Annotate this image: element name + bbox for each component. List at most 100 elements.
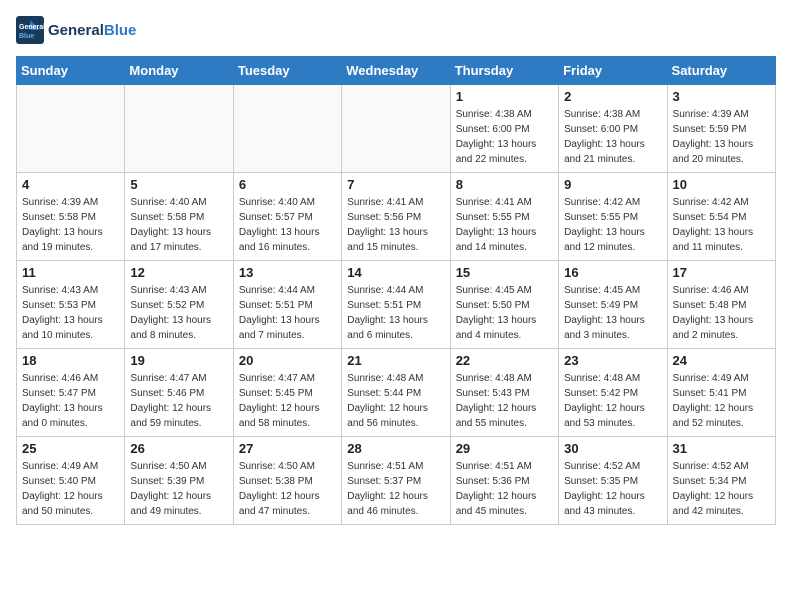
day-number: 3	[673, 89, 770, 104]
header-tuesday: Tuesday	[233, 57, 341, 85]
calendar-cell: 23Sunrise: 4:48 AM Sunset: 5:42 PM Dayli…	[559, 349, 667, 437]
day-number: 28	[347, 441, 444, 456]
day-number: 19	[130, 353, 227, 368]
week-row-2: 4 Sunrise: 4:39 AM Sunset: 5:58 PM Daylig…	[17, 173, 776, 261]
calendar-cell: 31 Sunrise: 4:52 AM Sunset: 5:34 PM Dayli…	[667, 437, 775, 525]
calendar-cell: 12 Sunrise: 4:43 AM Sunset: 5:52 PM Dayli…	[125, 261, 233, 349]
day-info: Sunrise: 4:42 AM Sunset: 5:54 PM Dayligh…	[673, 195, 770, 255]
day-info: Sunrise: 4:47 AM Sunset: 5:46 PM Dayligh…	[130, 371, 227, 431]
day-number: 11	[22, 265, 119, 280]
day-info: Sunrise: 4:40 AM Sunset: 5:58 PM Dayligh…	[130, 195, 227, 255]
calendar-cell: 18 Sunrise: 4:46 AM Sunset: 5:47 PM Dayli…	[17, 349, 125, 437]
week-row-4: 18 Sunrise: 4:46 AM Sunset: 5:47 PM Dayli…	[17, 349, 776, 437]
day-info: Sunrise: 4:46 AM Sunset: 5:47 PM Dayligh…	[22, 371, 119, 431]
day-info: Sunrise: 4:51 AM Sunset: 5:36 PM Dayligh…	[456, 459, 553, 519]
calendar-cell: 10 Sunrise: 4:42 AM Sunset: 5:54 PM Dayli…	[667, 173, 775, 261]
day-number: 4	[22, 177, 119, 192]
day-info: Sunrise: 4:41 AM Sunset: 5:56 PM Dayligh…	[347, 195, 444, 255]
day-info: Sunrise: 4:48 AM Sunset: 5:44 PM Dayligh…	[347, 371, 444, 431]
logo-icon: General Blue	[16, 16, 44, 44]
svg-text:General: General	[19, 24, 44, 31]
day-number: 14	[347, 265, 444, 280]
day-number: 10	[673, 177, 770, 192]
calendar-cell: 9Sunrise: 4:42 AM Sunset: 5:55 PM Daylig…	[559, 173, 667, 261]
day-info: Sunrise: 4:38 AM Sunset: 6:00 PM Dayligh…	[456, 107, 553, 167]
calendar-cell: 14 Sunrise: 4:44 AM Sunset: 5:51 PM Dayli…	[342, 261, 450, 349]
day-info: Sunrise: 4:44 AM Sunset: 5:51 PM Dayligh…	[347, 283, 444, 343]
day-info: Sunrise: 4:51 AM Sunset: 5:37 PM Dayligh…	[347, 459, 444, 519]
day-number: 22	[456, 353, 553, 368]
calendar-cell: 28 Sunrise: 4:51 AM Sunset: 5:37 PM Dayli…	[342, 437, 450, 525]
day-number: 1	[456, 89, 553, 104]
header-wednesday: Wednesday	[342, 57, 450, 85]
day-info: Sunrise: 4:41 AM Sunset: 5:55 PM Dayligh…	[456, 195, 553, 255]
day-number: 23	[564, 353, 661, 368]
day-number: 20	[239, 353, 336, 368]
day-info: Sunrise: 4:46 AM Sunset: 5:48 PM Dayligh…	[673, 283, 770, 343]
day-info: Sunrise: 4:52 AM Sunset: 5:34 PM Dayligh…	[673, 459, 770, 519]
week-row-3: 11 Sunrise: 4:43 AM Sunset: 5:53 PM Dayli…	[17, 261, 776, 349]
week-row-1: 1 Sunrise: 4:38 AM Sunset: 6:00 PM Daylig…	[17, 85, 776, 173]
calendar-cell: 2Sunrise: 4:38 AM Sunset: 6:00 PM Daylig…	[559, 85, 667, 173]
day-number: 31	[673, 441, 770, 456]
calendar-cell: 11 Sunrise: 4:43 AM Sunset: 5:53 PM Dayli…	[17, 261, 125, 349]
day-number: 26	[130, 441, 227, 456]
page-header: General Blue General Blue	[16, 16, 776, 44]
day-number: 21	[347, 353, 444, 368]
svg-text:Blue: Blue	[19, 33, 34, 40]
day-info: Sunrise: 4:40 AM Sunset: 5:57 PM Dayligh…	[239, 195, 336, 255]
day-number: 9	[564, 177, 661, 192]
calendar-cell	[17, 85, 125, 173]
day-info: Sunrise: 4:48 AM Sunset: 5:43 PM Dayligh…	[456, 371, 553, 431]
day-info: Sunrise: 4:43 AM Sunset: 5:53 PM Dayligh…	[22, 283, 119, 343]
header-monday: Monday	[125, 57, 233, 85]
day-info: Sunrise: 4:50 AM Sunset: 5:39 PM Dayligh…	[130, 459, 227, 519]
day-number: 25	[22, 441, 119, 456]
week-row-5: 25Sunrise: 4:49 AM Sunset: 5:40 PM Dayli…	[17, 437, 776, 525]
day-info: Sunrise: 4:52 AM Sunset: 5:35 PM Dayligh…	[564, 459, 661, 519]
calendar-cell: 17 Sunrise: 4:46 AM Sunset: 5:48 PM Dayli…	[667, 261, 775, 349]
calendar-cell	[342, 85, 450, 173]
day-number: 16	[564, 265, 661, 280]
calendar-cell: 26 Sunrise: 4:50 AM Sunset: 5:39 PM Dayli…	[125, 437, 233, 525]
day-info: Sunrise: 4:38 AM Sunset: 6:00 PM Dayligh…	[564, 107, 661, 167]
day-info: Sunrise: 4:43 AM Sunset: 5:52 PM Dayligh…	[130, 283, 227, 343]
calendar-cell: 22 Sunrise: 4:48 AM Sunset: 5:43 PM Dayli…	[450, 349, 558, 437]
day-number: 6	[239, 177, 336, 192]
calendar-cell	[233, 85, 341, 173]
calendar-cell: 20Sunrise: 4:47 AM Sunset: 5:45 PM Dayli…	[233, 349, 341, 437]
day-number: 13	[239, 265, 336, 280]
calendar-cell: 1 Sunrise: 4:38 AM Sunset: 6:00 PM Daylig…	[450, 85, 558, 173]
calendar: SundayMondayTuesdayWednesdayThursdayFrid…	[16, 56, 776, 525]
calendar-cell: 13 Sunrise: 4:44 AM Sunset: 5:51 PM Dayli…	[233, 261, 341, 349]
day-number: 5	[130, 177, 227, 192]
calendar-cell: 15Sunrise: 4:45 AM Sunset: 5:50 PM Dayli…	[450, 261, 558, 349]
day-number: 29	[456, 441, 553, 456]
calendar-cell: 19 Sunrise: 4:47 AM Sunset: 5:46 PM Dayli…	[125, 349, 233, 437]
calendar-cell: 5 Sunrise: 4:40 AM Sunset: 5:58 PM Daylig…	[125, 173, 233, 261]
header-saturday: Saturday	[667, 57, 775, 85]
calendar-cell: 25Sunrise: 4:49 AM Sunset: 5:40 PM Dayli…	[17, 437, 125, 525]
day-number: 12	[130, 265, 227, 280]
calendar-cell: 6 Sunrise: 4:40 AM Sunset: 5:57 PM Daylig…	[233, 173, 341, 261]
calendar-cell: 4 Sunrise: 4:39 AM Sunset: 5:58 PM Daylig…	[17, 173, 125, 261]
day-info: Sunrise: 4:45 AM Sunset: 5:49 PM Dayligh…	[564, 283, 661, 343]
day-info: Sunrise: 4:39 AM Sunset: 5:58 PM Dayligh…	[22, 195, 119, 255]
header-sunday: Sunday	[17, 57, 125, 85]
calendar-cell: 27Sunrise: 4:50 AM Sunset: 5:38 PM Dayli…	[233, 437, 341, 525]
calendar-cell: 30 Sunrise: 4:52 AM Sunset: 5:35 PM Dayli…	[559, 437, 667, 525]
day-number: 8	[456, 177, 553, 192]
day-info: Sunrise: 4:39 AM Sunset: 5:59 PM Dayligh…	[673, 107, 770, 167]
day-number: 17	[673, 265, 770, 280]
day-number: 15	[456, 265, 553, 280]
calendar-cell: 16 Sunrise: 4:45 AM Sunset: 5:49 PM Dayli…	[559, 261, 667, 349]
day-info: Sunrise: 4:44 AM Sunset: 5:51 PM Dayligh…	[239, 283, 336, 343]
calendar-cell: 21 Sunrise: 4:48 AM Sunset: 5:44 PM Dayli…	[342, 349, 450, 437]
calendar-cell: 3 Sunrise: 4:39 AM Sunset: 5:59 PM Daylig…	[667, 85, 775, 173]
day-number: 24	[673, 353, 770, 368]
day-number: 18	[22, 353, 119, 368]
calendar-cell	[125, 85, 233, 173]
day-info: Sunrise: 4:49 AM Sunset: 5:41 PM Dayligh…	[673, 371, 770, 431]
calendar-cell: 29 Sunrise: 4:51 AM Sunset: 5:36 PM Dayli…	[450, 437, 558, 525]
day-number: 30	[564, 441, 661, 456]
